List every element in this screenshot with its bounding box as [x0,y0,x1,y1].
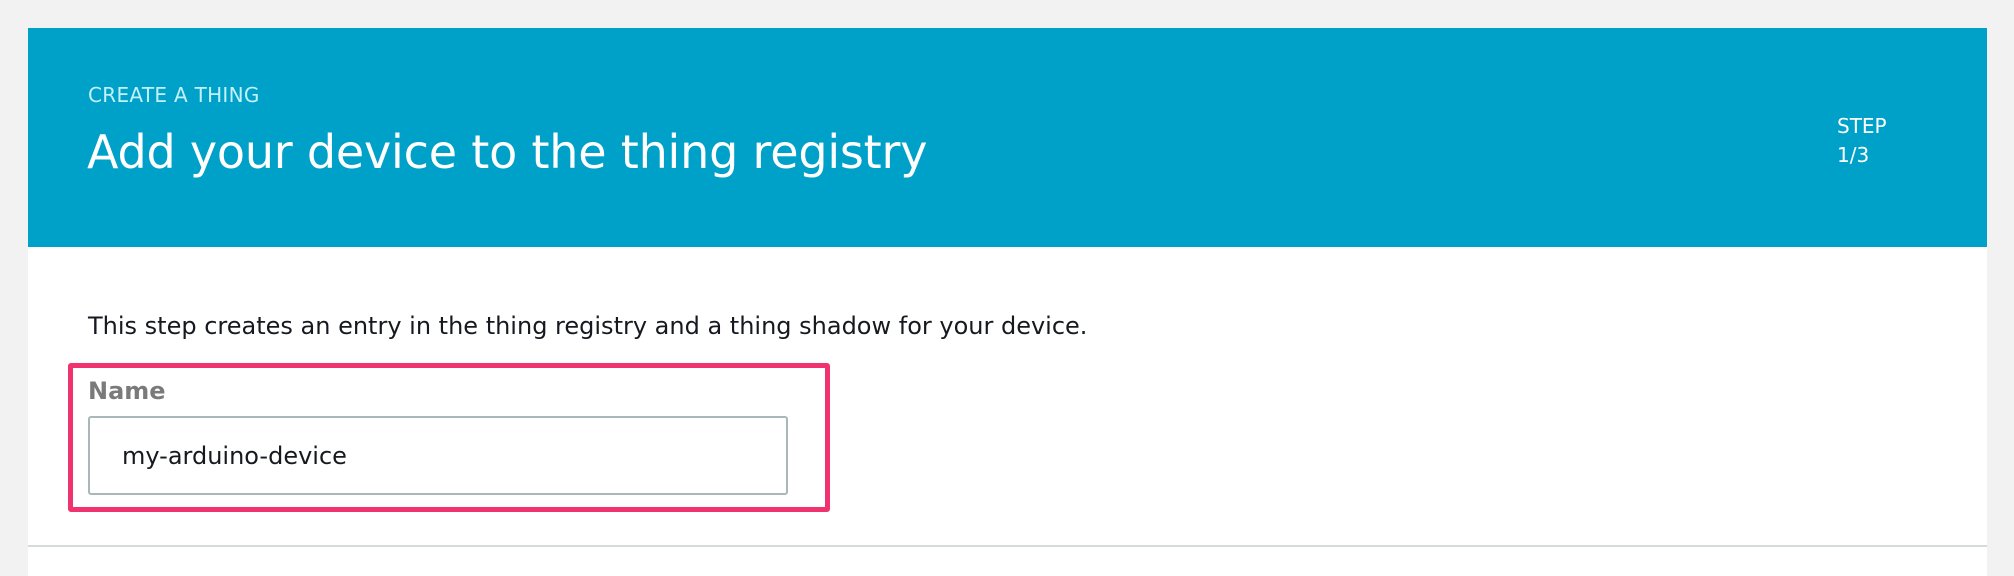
header-banner: CREATE A THING Add your device to the th… [28,28,1987,247]
step-value: 1/3 [1837,143,1870,167]
step-label: STEP [1837,114,1887,138]
step-indicator: STEP 1/3 [1837,112,1887,170]
step-description: This step creates an entry in the thing … [88,312,1088,340]
page-eyebrow: CREATE A THING [88,83,260,107]
page-title: Add your device to the thing registry [87,125,928,179]
name-input[interactable] [88,416,788,495]
create-thing-card: CREATE A THING Add your device to the th… [28,28,1987,576]
section-divider [28,545,1987,547]
name-field-label: Name [88,377,166,405]
